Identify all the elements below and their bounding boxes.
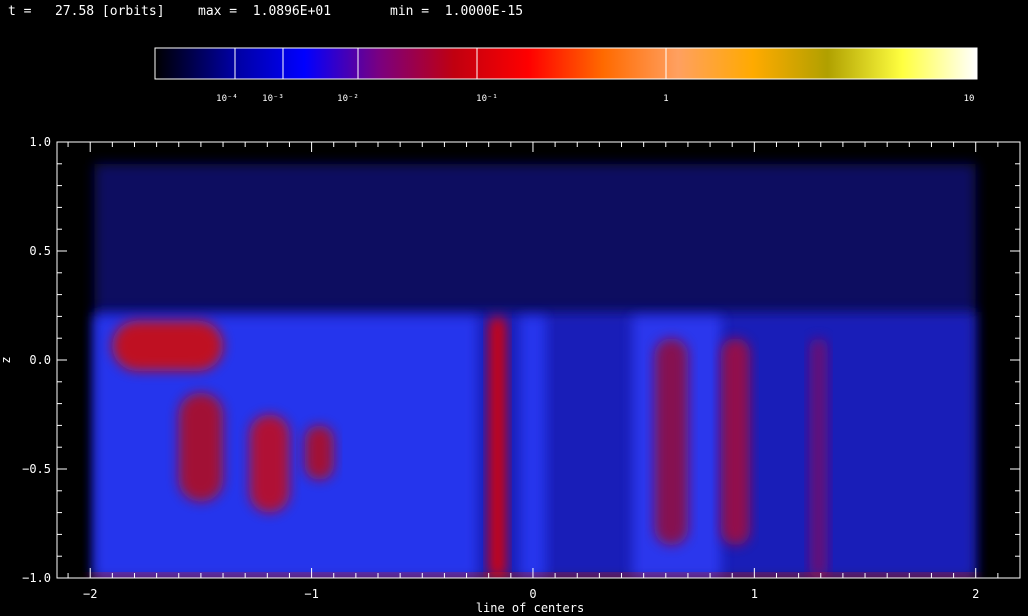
heatmap-plot: −2 −1 0 1 2 1.0 0.5 0.0 −0.5 −1.0 line of centers…	[0, 135, 1021, 615]
y-tick-label: 0.5	[29, 244, 51, 258]
heatmap-feature	[249, 414, 290, 513]
y-tick-label: 1.0	[29, 135, 51, 149]
x-axis-label: line of centers	[476, 601, 584, 615]
heatmap-feature	[178, 392, 224, 502]
heatmap-feature	[809, 338, 828, 578]
y-tick-label: −0.5	[22, 462, 51, 476]
heatmap-feature	[488, 316, 507, 578]
x-tick-label: −1	[304, 587, 318, 601]
heatmap-field	[90, 163, 976, 578]
heatmap-feature	[304, 425, 334, 480]
y-tick-label: 0.0	[29, 353, 51, 367]
heatmap-feature	[654, 338, 688, 546]
y-tick-label: −1.0	[22, 571, 51, 585]
x-tick-label: 0	[529, 587, 536, 601]
field-bright-zone	[519, 316, 547, 578]
x-tick-label: 2	[972, 587, 979, 601]
x-tick-label: 1	[751, 587, 758, 601]
x-tick-label: −2	[83, 587, 97, 601]
heatmap-feature	[721, 338, 750, 546]
y-axis-label: z	[0, 356, 13, 363]
heatmap-feature	[112, 320, 224, 371]
